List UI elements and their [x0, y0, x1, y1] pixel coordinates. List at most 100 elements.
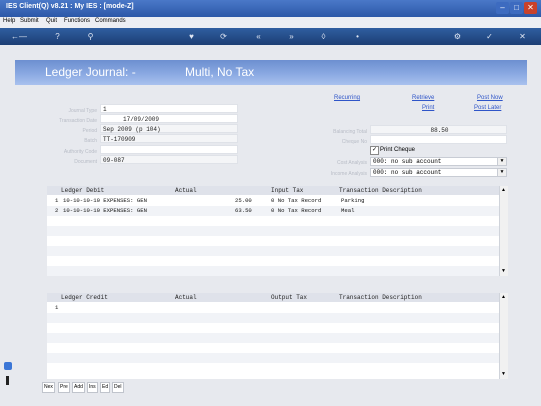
row-number: 2 — [55, 207, 59, 214]
table-row[interactable] — [47, 236, 499, 246]
edit-button[interactable]: Ed — [100, 382, 111, 393]
favorite-icon[interactable]: ♥ — [186, 31, 197, 42]
refresh-icon[interactable]: ⟳ — [218, 31, 229, 42]
col-transaction-description[interactable]: Transaction Description — [339, 187, 422, 194]
debit-grid: Ledger Debit Actual Input Tax Transactio… — [47, 186, 508, 276]
menu-functions[interactable]: Functions — [64, 18, 90, 24]
row-ledger[interactable]: 10-10-10-10 EXPENSES: GEN — [63, 206, 147, 216]
table-row[interactable] — [47, 363, 499, 373]
page-header: Ledger Journal: - Multi, No Tax — [15, 60, 527, 85]
table-row[interactable] — [47, 226, 499, 236]
transaction-date-field[interactable]: 17/09/2009 — [100, 114, 238, 123]
balancing-total-field: 88.50 — [370, 125, 507, 134]
col-output-tax[interactable]: Output Tax — [271, 294, 307, 301]
balancing-total-label: Balancing Total — [333, 129, 367, 135]
income-analysis-label: Income Analysis — [330, 171, 367, 177]
side-panel-icon[interactable] — [4, 362, 12, 370]
table-row[interactable] — [47, 246, 499, 256]
insert-button[interactable]: Ins — [87, 382, 98, 393]
print-link[interactable]: Print — [422, 105, 434, 111]
credit-grid: Ledger Credit Actual Output Tax Transact… — [47, 293, 508, 379]
table-row[interactable] — [47, 343, 499, 353]
print-cheque-label: Print Cheque — [380, 147, 416, 153]
table-row[interactable] — [47, 333, 499, 343]
journal-type-field[interactable]: 1 — [100, 104, 238, 113]
forward-icon[interactable]: » — [286, 31, 297, 42]
scroll-down-icon[interactable]: ▼ — [501, 371, 506, 377]
recurring-link[interactable]: Recurring — [334, 95, 360, 101]
scroll-up-icon[interactable]: ▲ — [501, 187, 506, 193]
cheque-no-field[interactable] — [370, 135, 507, 144]
row-tax[interactable]: 0 No Tax Record — [271, 206, 321, 216]
table-row[interactable] — [47, 256, 499, 266]
table-row[interactable] — [47, 216, 499, 226]
period-label: Period — [82, 128, 97, 134]
table-row[interactable] — [47, 353, 499, 363]
batch-label: Batch — [84, 138, 97, 144]
cancel-icon[interactable]: ✕ — [517, 31, 528, 42]
scroll-up-icon[interactable]: ▲ — [501, 294, 506, 300]
row-description[interactable]: Parking — [341, 196, 365, 206]
batch-field[interactable]: TT-170909 — [100, 134, 238, 143]
delete-button[interactable]: Del — [112, 382, 124, 393]
chevron-down-icon[interactable]: ▼ — [497, 169, 506, 176]
post-now-link[interactable]: Post Now — [477, 95, 503, 101]
col-input-tax[interactable]: Input Tax — [271, 187, 303, 194]
document-label: Document — [74, 159, 97, 165]
post-later-link[interactable]: Post Later — [474, 105, 501, 111]
table-row[interactable] — [47, 266, 499, 276]
toolbar: ←— ? ⚲ ♥ ⟳ « » ◊ • ⚙ ✓ ✕ — [0, 28, 541, 45]
retrieve-link[interactable]: Retrieve — [412, 95, 434, 101]
menu-submit[interactable]: Submit — [20, 18, 39, 24]
menu-help[interactable]: Help — [3, 18, 15, 24]
table-row[interactable]: 1 — [47, 303, 499, 313]
chevron-down-icon[interactable]: ▼ — [497, 158, 506, 165]
col-transaction-description[interactable]: Transaction Description — [339, 294, 422, 301]
authority-code-label: Authority Code — [63, 149, 97, 155]
scroll-down-icon[interactable]: ▼ — [501, 268, 506, 274]
menu-quit[interactable]: Quit — [46, 18, 57, 24]
credit-grid-scrollbar[interactable]: ▲ ▼ — [499, 293, 508, 379]
help-icon[interactable]: ? — [52, 31, 63, 42]
col-ledger-credit[interactable]: Ledger Credit — [61, 294, 108, 301]
cost-analysis-select[interactable]: 000: no sub account ▼ — [370, 157, 507, 166]
income-analysis-select[interactable]: 000: no sub account ▼ — [370, 168, 507, 177]
back-arrow-icon[interactable]: ←— — [8, 31, 30, 42]
settings-icon[interactable]: ⚙ — [452, 31, 463, 42]
table-row[interactable] — [47, 323, 499, 333]
bookmark-icon[interactable]: ◊ — [318, 31, 329, 42]
table-row[interactable]: 2 10-10-10-10 EXPENSES: GEN 63.50 0 No T… — [47, 206, 499, 216]
print-cheque-checkbox[interactable]: ✓ — [370, 146, 379, 155]
row-actual[interactable]: 25.00 — [235, 196, 252, 206]
debit-grid-header: Ledger Debit Actual Input Tax Transactio… — [47, 186, 499, 195]
confirm-icon[interactable]: ✓ — [484, 31, 495, 42]
table-row[interactable] — [47, 313, 499, 323]
page-subtitle: Multi, No Tax — [185, 65, 255, 79]
rewind-icon[interactable]: « — [253, 31, 264, 42]
debit-grid-scrollbar[interactable]: ▲ ▼ — [499, 186, 508, 276]
row-description[interactable]: Meal — [341, 206, 354, 216]
col-actual[interactable]: Actual — [175, 187, 197, 194]
minimize-button[interactable]: – — [496, 2, 509, 14]
period-field[interactable]: Sep 2009 (p 104) — [100, 124, 238, 133]
col-actual[interactable]: Actual — [175, 294, 197, 301]
maximize-button[interactable]: □ — [510, 2, 523, 14]
row-actual[interactable]: 63.50 — [235, 206, 252, 216]
authority-code-field[interactable] — [100, 145, 238, 154]
search-icon[interactable]: ⚲ — [85, 31, 96, 42]
previous-button[interactable]: Pre — [58, 382, 70, 393]
document-field[interactable]: 09-087 — [100, 155, 238, 164]
menu-commands[interactable]: Commands — [95, 18, 126, 24]
row-tax[interactable]: 0 No Tax Record — [271, 196, 321, 206]
close-button[interactable]: ✕ — [524, 2, 537, 14]
info-icon[interactable]: • — [352, 31, 363, 42]
add-button[interactable]: Add — [72, 382, 85, 393]
table-row[interactable]: 1 10-10-10-10 EXPENSES: GEN 25.00 0 No T… — [47, 196, 499, 206]
title-bar: IES Client(Q) v8.21 : My IES : [mode-Z] … — [0, 0, 541, 17]
col-ledger-debit[interactable]: Ledger Debit — [61, 187, 104, 194]
next-button[interactable]: Nex — [42, 382, 55, 393]
row-ledger[interactable]: 10-10-10-10 EXPENSES: GEN — [63, 196, 147, 206]
credit-grid-header: Ledger Credit Actual Output Tax Transact… — [47, 293, 499, 302]
info-marker-icon — [6, 376, 9, 385]
journal-type-label: Journal Type — [68, 108, 97, 114]
